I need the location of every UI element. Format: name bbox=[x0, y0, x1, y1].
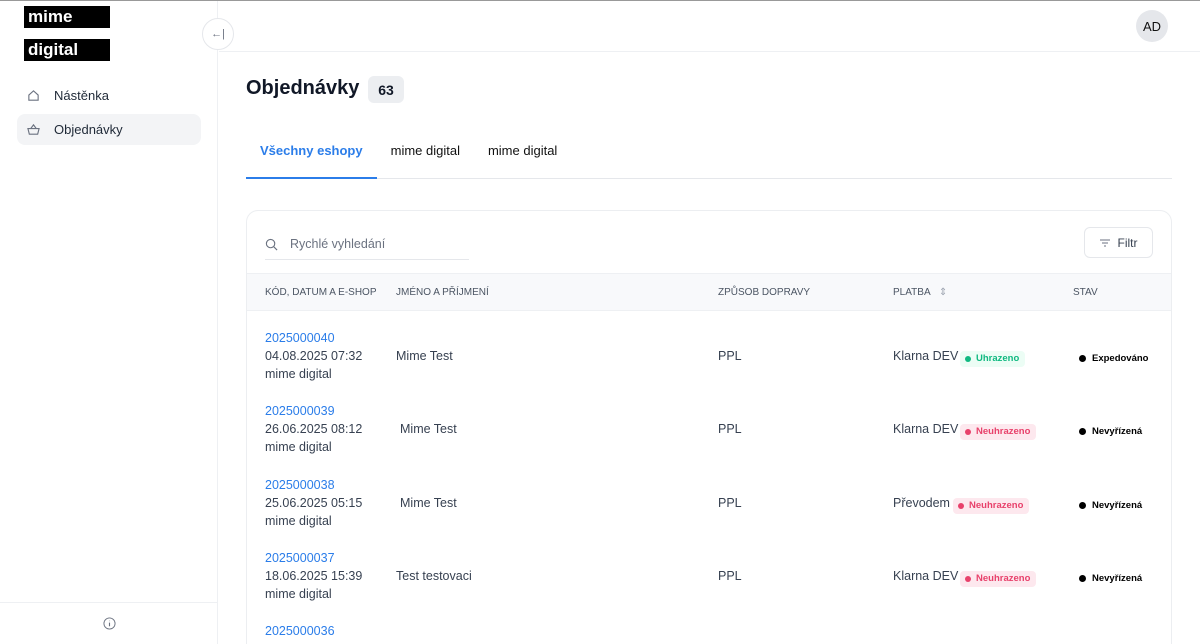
column-header: Stav bbox=[1073, 287, 1098, 298]
page-title: Objednávky bbox=[246, 77, 359, 100]
order-code-link[interactable]: 2025000037 bbox=[265, 551, 335, 565]
table-header: Kód, datum a e-shop Jméno a příjmení Způ… bbox=[247, 273, 1171, 311]
shipping-method: PPL bbox=[718, 496, 742, 510]
shipping-method: PPL bbox=[718, 569, 742, 583]
payment-method: Převodem bbox=[893, 496, 950, 510]
sidebar: mime digital Nástěnka Objednávky bbox=[0, 1, 218, 644]
search-placeholder: Rychlé vyhledání bbox=[290, 237, 385, 251]
orders-table-card: Rychlé vyhledání Filtr Kód, datum a e-sh… bbox=[246, 210, 1172, 644]
tab-eshop[interactable]: mime digital bbox=[474, 132, 571, 179]
shipping-method: PPL bbox=[718, 422, 742, 436]
order-status: Nevyřízená bbox=[1079, 500, 1142, 511]
column-header: Kód, datum a e-shop bbox=[265, 287, 377, 298]
shipping-method: PPL bbox=[718, 349, 742, 363]
order-code-link[interactable]: 2025000039 bbox=[265, 404, 335, 418]
eshop-tabs: Všechny eshopy mime digital mime digital bbox=[246, 132, 1172, 179]
tab-eshop[interactable]: mime digital bbox=[377, 132, 474, 179]
topbar: AD bbox=[219, 1, 1200, 52]
column-header-label: Platba bbox=[893, 287, 930, 298]
order-status: Expedováno bbox=[1079, 353, 1149, 364]
column-header: Způsob dopravy bbox=[718, 287, 810, 298]
tab-all-eshops[interactable]: Všechny eshopy bbox=[246, 132, 377, 179]
collapse-icon: ←| bbox=[211, 28, 225, 40]
order-count-badge: 63 bbox=[368, 76, 404, 103]
sidebar-footer bbox=[0, 602, 218, 644]
order-eshop: mime digital bbox=[265, 440, 332, 454]
order-code-link[interactable]: 2025000036 bbox=[265, 624, 335, 638]
order-status: Nevyřízená bbox=[1079, 573, 1142, 584]
payment-method: Klarna DEV bbox=[893, 422, 958, 436]
logo: mime bbox=[24, 6, 110, 28]
payment-status-badge: Neuhrazeno bbox=[960, 424, 1036, 440]
payment-status-badge: Neuhrazeno bbox=[953, 498, 1029, 514]
customer-name: Mime Test bbox=[400, 422, 457, 436]
payment-status-badge: Uhrazeno bbox=[960, 351, 1025, 367]
order-eshop: mime digital bbox=[265, 367, 332, 381]
order-eshop: mime digital bbox=[265, 587, 332, 601]
search-input[interactable]: Rychlé vyhledání bbox=[265, 229, 469, 260]
table-row[interactable]: 2025000036 bbox=[247, 624, 1171, 640]
sort-icon: ⇕ bbox=[939, 287, 947, 298]
filter-button[interactable]: Filtr bbox=[1084, 227, 1153, 258]
home-icon bbox=[27, 89, 40, 102]
order-eshop: mime digital bbox=[265, 514, 332, 528]
customer-name: Test testovaci bbox=[396, 569, 472, 583]
customer-name: Mime Test bbox=[396, 349, 453, 363]
avatar[interactable]: AD bbox=[1136, 10, 1168, 42]
filter-label: Filtr bbox=[1118, 236, 1138, 250]
basket-icon bbox=[27, 123, 40, 136]
customer-name: Mime Test bbox=[400, 496, 457, 510]
collapse-sidebar-button[interactable]: ←| bbox=[202, 18, 234, 50]
info-icon[interactable] bbox=[103, 617, 116, 630]
order-code-link[interactable]: 2025000040 bbox=[265, 331, 335, 345]
order-date: 26.06.2025 08:12 bbox=[265, 422, 362, 436]
logo: digital bbox=[24, 39, 110, 61]
order-code-link[interactable]: 2025000038 bbox=[265, 478, 335, 492]
payment-method: Klarna DEV bbox=[893, 349, 958, 363]
table-row[interactable]: 202500004004.08.2025 07:32 mime digital … bbox=[247, 331, 1171, 387]
table-row[interactable]: 202500003825.06.2025 05:15 mime digital … bbox=[247, 478, 1171, 534]
payment-status-badge: Neuhrazeno bbox=[960, 571, 1036, 587]
column-header-sortable[interactable]: Platba ⇕ bbox=[893, 287, 947, 298]
payment-method: Klarna DEV bbox=[893, 569, 958, 583]
column-header: Jméno a příjmení bbox=[396, 287, 489, 298]
sidebar-item-dashboard[interactable]: Nástěnka bbox=[17, 80, 201, 111]
sidebar-item-label: Nástěnka bbox=[54, 88, 109, 103]
order-status: Nevyřízená bbox=[1079, 426, 1142, 437]
filter-icon bbox=[1100, 239, 1110, 247]
table-row[interactable]: 202500003718.06.2025 15:39 mime digital … bbox=[247, 551, 1171, 607]
order-date: 04.08.2025 07:32 bbox=[265, 349, 362, 363]
sidebar-item-label: Objednávky bbox=[54, 122, 123, 137]
order-date: 25.06.2025 05:15 bbox=[265, 496, 362, 510]
table-row[interactable]: 202500003926.06.2025 08:12 mime digital … bbox=[247, 404, 1171, 460]
sidebar-item-orders[interactable]: Objednávky bbox=[17, 114, 201, 145]
search-icon bbox=[265, 238, 278, 251]
order-date: 18.06.2025 15:39 bbox=[265, 569, 362, 583]
